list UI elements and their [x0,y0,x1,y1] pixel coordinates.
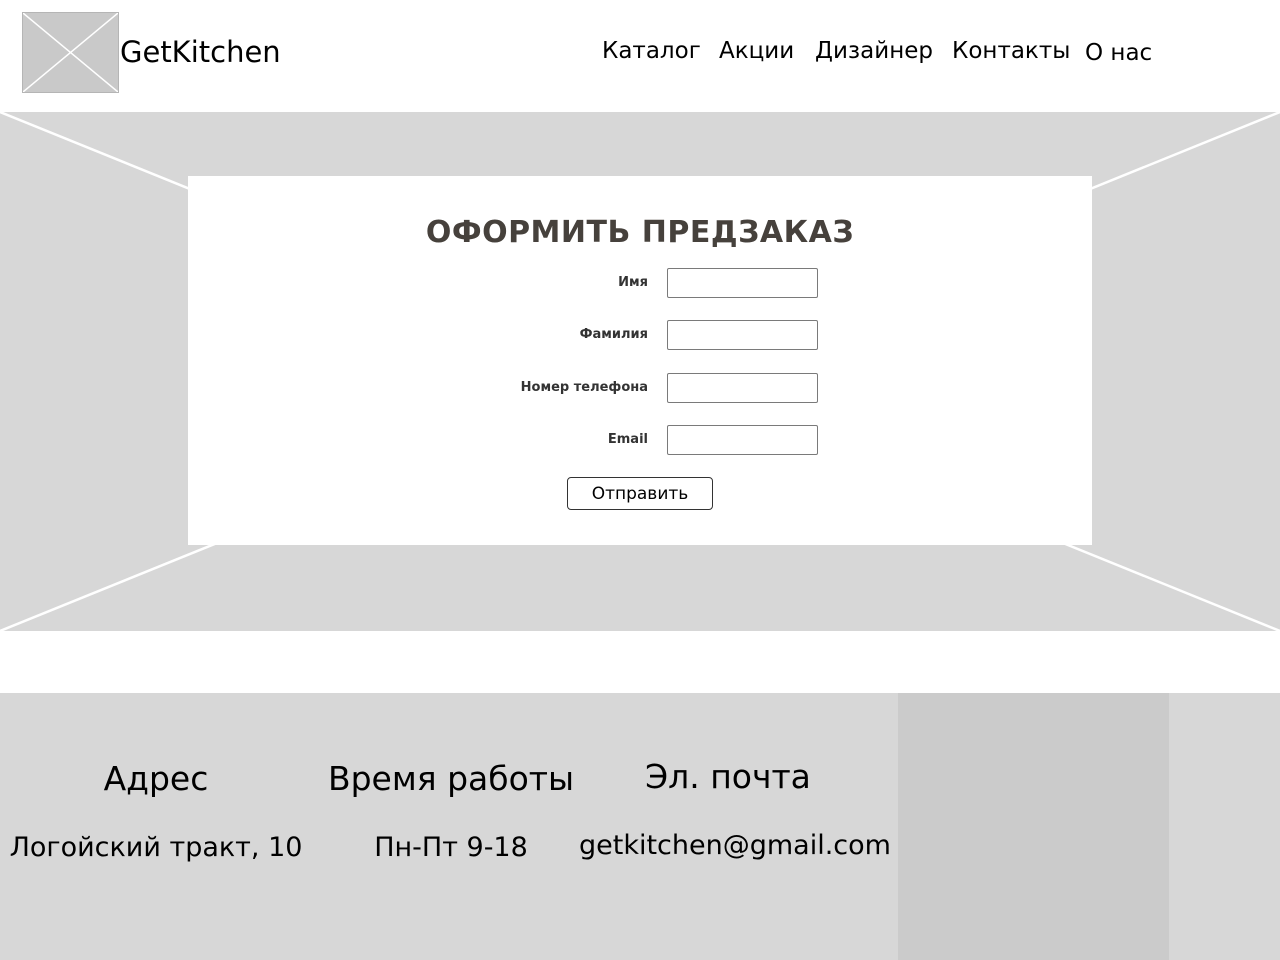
email-heading: Эл. почта [645,757,811,796]
submit-button[interactable]: Отправить [567,477,713,510]
address-value: Логойский тракт, 10 [9,832,303,863]
footer-hours: Время работы Пн-Пт 9-18 [322,693,580,960]
site-footer: Адрес Логойский тракт, 10 Время работы П… [0,693,1280,960]
map-placeholder[interactable] [898,693,1169,960]
email-value[interactable]: getkitchen@gmail.com [578,829,892,863]
last-name-label: Фамилия [579,327,648,342]
form-row-phone: Номер телефона [188,372,1092,404]
nav-item-designer[interactable]: Дизайнер [815,36,933,66]
email-label: Email [607,432,648,447]
site-header: GetKitchen Каталог Акции Дизайнер Контак… [0,0,1280,112]
first-name-input[interactable] [667,268,818,298]
nav-item-about[interactable]: О нас [1085,38,1152,68]
form-title: ОФОРМИТЬ ПРЕДЗАКАЗ [425,215,855,250]
hours-value: Пн-Пт 9-18 [374,832,528,863]
phone-input[interactable] [667,373,818,403]
form-row-email: Email [188,424,1092,456]
nav-item-promotions[interactable]: Акции [719,36,794,66]
nav-item-catalog[interactable]: Каталог [602,36,701,66]
nav-item-contacts[interactable]: Контакты [952,36,1070,66]
first-name-label: Имя [618,275,648,290]
phone-label: Номер телефона [520,380,648,395]
form-row-last-name: Фамилия [188,319,1092,351]
hours-heading: Время работы [327,759,575,798]
last-name-input[interactable] [667,320,818,350]
email-input[interactable] [667,425,818,455]
address-heading: Адрес [103,759,209,798]
preorder-form: ОФОРМИТЬ ПРЕДЗАКАЗ Имя Фамилия Номер тел… [188,176,1092,545]
hero-image-placeholder: ОФОРМИТЬ ПРЕДЗАКАЗ Имя Фамилия Номер тел… [0,112,1280,631]
main-nav: Каталог Акции Дизайнер Контакты О нас [0,36,1280,70]
footer-address: Адрес Логойский тракт, 10 [0,693,312,960]
footer-email: Эл. почта getkitchen@gmail.com [578,693,892,960]
form-row-first-name: Имя [188,267,1092,299]
